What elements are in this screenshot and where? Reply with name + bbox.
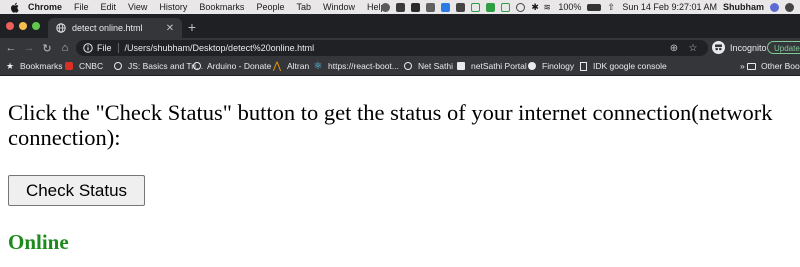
window-minimize-button[interactable] [19, 22, 27, 30]
star-icon: ★ [5, 60, 15, 71]
bookmark-label: Bookmarks [20, 61, 63, 71]
menu-file[interactable]: File [74, 2, 89, 12]
tab-strip: detect online.html ✕ + [0, 14, 800, 38]
portal-icon [456, 61, 466, 71]
menubar-clock[interactable]: Sun 14 Feb 9:27:01 AM [622, 2, 717, 12]
bookmark-label: Other Bookm [761, 61, 800, 71]
tray-app-icon[interactable] [486, 2, 496, 12]
omnibox-divider [117, 43, 119, 53]
battery-icon[interactable] [587, 3, 602, 11]
menubar-user[interactable]: Shubham [723, 2, 764, 12]
page-icon [578, 61, 588, 71]
bookmark-label: IDK google console [593, 61, 667, 71]
bookmark-label: Altran [287, 61, 310, 71]
folder-icon [746, 61, 756, 71]
keyboard-flag-icon[interactable]: ⇧ [607, 2, 616, 12]
bookmark-item-netsathi-portal[interactable]: netSathi Portal [456, 61, 527, 71]
zoom-icon[interactable]: ⊕ [668, 42, 680, 54]
window-zoom-button[interactable] [32, 22, 40, 30]
bookmark-item-cnbc[interactable]: CNBC [64, 61, 103, 71]
bookmark-item-idk-google-console[interactable]: IDK google console [578, 61, 667, 71]
bookmark-label: https://react-boot... [328, 61, 399, 71]
apple-icon[interactable] [10, 1, 20, 13]
bookmark-item-arduino[interactable]: Arduino - Donate [192, 61, 271, 71]
url-scheme-label: File [97, 43, 112, 53]
bookmark-item-bookmarks[interactable]: ★ Bookmarks [5, 60, 63, 72]
browser-toolbar: ← → ↻ ⌂ File /Users/shubham/Desktop/dete… [0, 38, 800, 58]
other-bookmarks-folder[interactable]: Other Bookm [746, 61, 800, 71]
macos-menu-bar: Chrome File Edit View History Bookmarks … [0, 0, 800, 14]
bookmark-item-finology[interactable]: Finology [527, 61, 574, 71]
bookmark-item-js-basics[interactable]: JS: Basics and Tri... [113, 61, 203, 71]
incognito-label: Incognito [730, 42, 767, 53]
back-arrow-icon[interactable]: ← [4, 41, 18, 55]
docker-icon[interactable] [441, 2, 451, 12]
menu-people[interactable]: People [256, 2, 284, 12]
close-icon[interactable]: ✕ [164, 22, 176, 34]
bookmark-label: Arduino - Donate [207, 61, 272, 71]
globe-icon [56, 23, 66, 33]
bookmarks-bar: ★ Bookmarks CNBC JS: Basics and Tri... A… [0, 58, 800, 76]
bluetooth-icon[interactable]: ✱ [531, 2, 539, 12]
bookmark-label: CNBC [79, 61, 104, 71]
spotlight-icon[interactable] [785, 2, 794, 12]
tray-app-icon[interactable] [516, 2, 526, 12]
finology-icon [527, 61, 537, 71]
info-icon[interactable] [83, 43, 93, 53]
connection-status-text: Online [8, 230, 69, 254]
menu-chrome[interactable]: Chrome [28, 2, 62, 12]
tab-detect-online[interactable]: detect online.html ✕ [48, 18, 182, 38]
menu-edit[interactable]: Edit [101, 2, 117, 12]
bookmark-label: Net Sathi [418, 61, 453, 71]
menu-window[interactable]: Window [323, 2, 355, 12]
tab-title: detect online.html [72, 23, 143, 33]
siri-icon[interactable] [770, 2, 779, 12]
bookmarks-overflow-button[interactable]: » [740, 61, 745, 71]
tray-app-icon[interactable] [396, 2, 406, 12]
shield-icon[interactable] [471, 2, 481, 12]
home-icon[interactable]: ⌂ [58, 41, 72, 55]
address-bar[interactable]: File /Users/shubham/Desktop/detect%20onl… [76, 40, 708, 56]
wifi-icon[interactable]: ≋ [543, 2, 552, 12]
menu-bookmarks[interactable]: Bookmarks [199, 2, 244, 12]
menu-history[interactable]: History [159, 2, 187, 12]
check-status-button[interactable]: Check Status [8, 175, 145, 206]
tray-app-icon[interactable] [426, 2, 436, 12]
bookmark-label: netSathi Portal [471, 61, 527, 71]
menu-tab[interactable]: Tab [296, 2, 311, 12]
reload-icon[interactable]: ↻ [40, 41, 54, 55]
battery-percent: 100% [558, 2, 582, 12]
window-close-button[interactable] [6, 22, 14, 30]
globe-icon [113, 61, 123, 71]
bookmark-item-react-bootstrap[interactable]: ⚛ https://react-boot... [313, 60, 399, 72]
menu-view[interactable]: View [128, 2, 147, 12]
forward-arrow-icon[interactable]: → [22, 41, 36, 55]
update-button[interactable]: Update [767, 41, 800, 54]
tray-app-icon[interactable] [411, 2, 421, 12]
bookmark-label: Finology [542, 61, 575, 71]
shield-icon[interactable] [501, 2, 511, 12]
react-icon: ⚛ [313, 60, 323, 72]
new-tab-icon[interactable]: + [185, 20, 199, 34]
bookmark-star-icon[interactable]: ☆ [687, 42, 699, 54]
url-text[interactable]: /Users/shubham/Desktop/detect%20online.h… [125, 43, 315, 53]
bookmark-item-net-sathi[interactable]: Net Sathi [403, 61, 453, 71]
globe-icon [403, 61, 413, 71]
menubar-status-area: ✱ ≋ 100% ⇧ Sun 14 Feb 9:27:01 AM Shubham [381, 0, 800, 14]
page-content: Click the "Check Status" button to get t… [0, 76, 800, 267]
incognito-icon [712, 41, 725, 54]
chevron-double-right-icon: » [740, 61, 745, 71]
cnbc-icon [64, 61, 74, 71]
tray-app-icon[interactable] [456, 2, 466, 12]
globe-icon [192, 61, 202, 71]
altran-icon: ⋀ [272, 60, 282, 72]
tray-app-icon[interactable] [381, 2, 391, 12]
instruction-text: Click the "Check Status" button to get t… [8, 100, 773, 150]
bookmark-item-altran[interactable]: ⋀ Altran [272, 60, 310, 72]
incognito-indicator[interactable]: Incognito [712, 41, 767, 54]
